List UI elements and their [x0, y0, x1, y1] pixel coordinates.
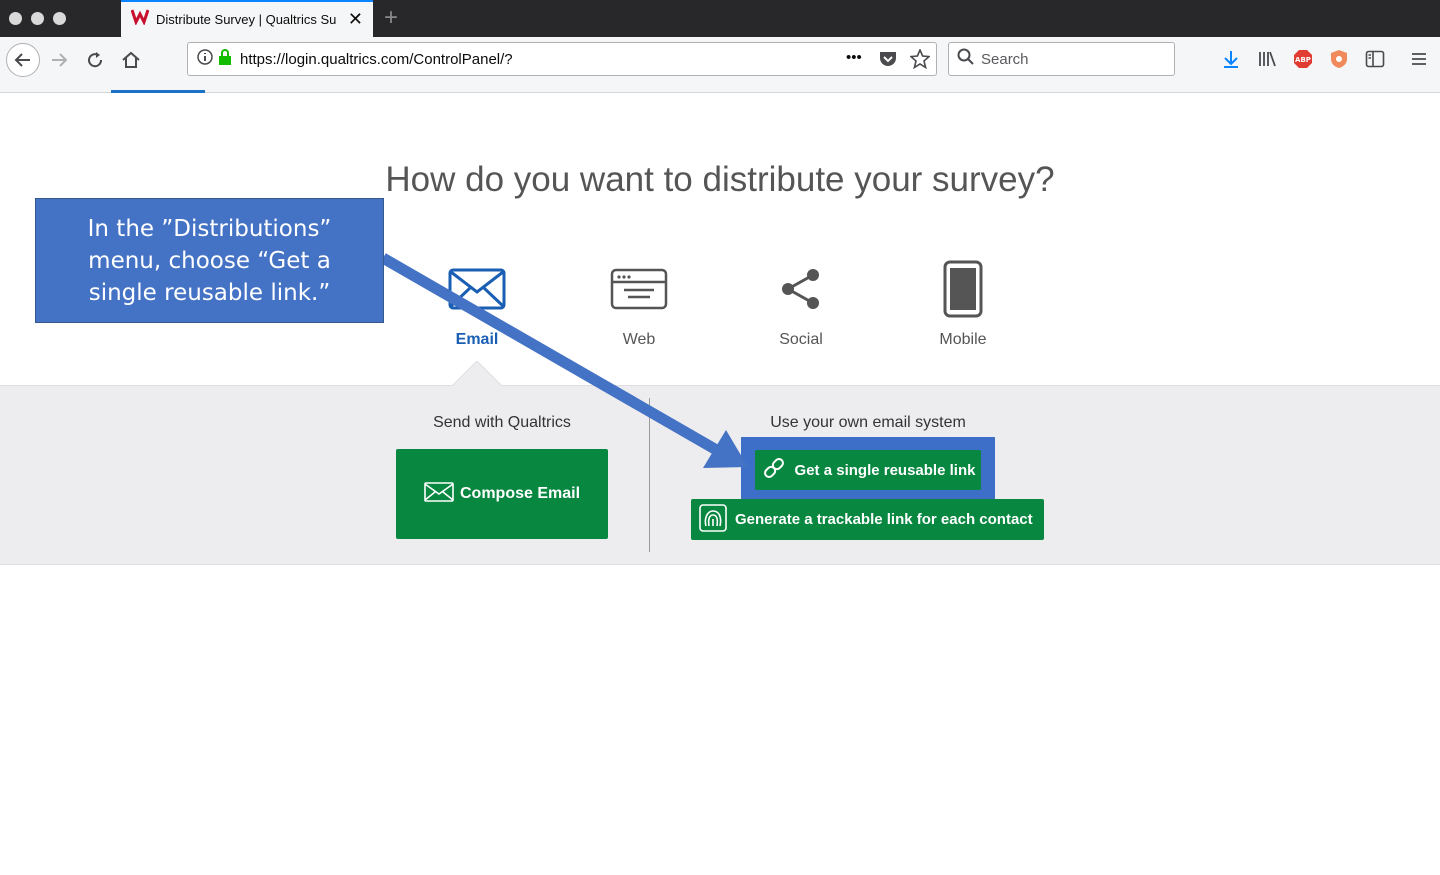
- reload-icon: [88, 52, 103, 68]
- method-web[interactable]: Web: [579, 255, 699, 349]
- trackable-link-label: Generate a trackable link for each conta…: [735, 511, 1033, 528]
- link-icon: [761, 455, 787, 485]
- generate-trackable-link-button[interactable]: Generate a trackable link for each conta…: [691, 499, 1044, 540]
- own-email-system-title: Use your own email system: [770, 414, 966, 431]
- forward-button[interactable]: [42, 43, 76, 77]
- annotation-text: In the ”Distributions” menu, choose “Get…: [87, 215, 332, 306]
- downloads-icon[interactable]: [1219, 47, 1243, 71]
- svg-text:ABP: ABP: [1295, 56, 1311, 64]
- close-window-button[interactable]: [9, 12, 22, 25]
- panel-divider: [649, 398, 650, 552]
- sidebar-toggle-icon[interactable]: [1363, 47, 1387, 71]
- active-page-tab-indicator: [111, 90, 205, 93]
- mobile-phone-icon: [903, 255, 1023, 323]
- home-icon: [122, 51, 140, 68]
- pocket-icon[interactable]: [878, 50, 898, 73]
- new-tab-button[interactable]: +: [384, 6, 398, 30]
- hamburger-menu-icon[interactable]: [1407, 47, 1431, 71]
- method-email[interactable]: Email: [417, 255, 537, 349]
- minimize-window-button[interactable]: [31, 12, 44, 25]
- back-button[interactable]: [6, 43, 40, 77]
- url-text: https://login.qualtrics.com/ControlPanel…: [240, 50, 513, 68]
- browser-tab-active[interactable]: Distribute Survey | Qualtrics Su ✕: [121, 0, 373, 37]
- method-label: Mobile: [939, 331, 987, 348]
- zoom-window-button[interactable]: [53, 12, 66, 25]
- search-icon: [957, 48, 975, 71]
- search-placeholder: Search: [981, 50, 1029, 68]
- fingerprint-icon: [699, 503, 727, 536]
- browser-titlebar: Distribute Survey | Qualtrics Su ✕ +: [0, 0, 1440, 37]
- adblock-plus-icon[interactable]: ABP: [1291, 47, 1315, 71]
- envelope-icon: [424, 481, 454, 507]
- site-info-icon[interactable]: [197, 48, 213, 70]
- browser-toolbar: https://login.qualtrics.com/ControlPanel…: [0, 37, 1440, 93]
- page-heading: How do you want to distribute your surve…: [385, 160, 1055, 199]
- envelope-icon: [417, 255, 537, 323]
- method-label: Web: [622, 331, 656, 348]
- method-mobile[interactable]: Mobile: [903, 255, 1023, 349]
- page-actions-menu-icon[interactable]: •••: [846, 49, 862, 66]
- secure-lock-icon: [218, 48, 232, 70]
- reusable-link-label: Get a single reusable link: [794, 461, 976, 479]
- compose-email-label: Compose Email: [459, 485, 581, 502]
- browser-window-icon: [579, 255, 699, 323]
- get-reusable-link-button[interactable]: Get a single reusable link: [755, 450, 981, 490]
- bookmark-star-icon[interactable]: [909, 47, 931, 74]
- method-label: Social: [779, 331, 823, 348]
- forward-arrow-icon: [52, 53, 68, 67]
- reload-button[interactable]: [78, 43, 112, 77]
- qualtrics-favicon-icon: [130, 9, 150, 30]
- back-arrow-icon: [14, 53, 30, 67]
- tab-close-icon[interactable]: ✕: [348, 10, 363, 28]
- search-bar[interactable]: Search: [948, 42, 1175, 76]
- tab-title: Distribute Survey | Qualtrics Su: [156, 12, 337, 27]
- home-button[interactable]: [114, 43, 148, 77]
- library-icon[interactable]: [1255, 47, 1279, 71]
- shield-extension-icon[interactable]: [1327, 47, 1351, 71]
- panel-pointer-outline: [452, 361, 502, 386]
- method-label: Email: [455, 331, 499, 348]
- url-bar[interactable]: https://login.qualtrics.com/ControlPanel…: [187, 42, 937, 76]
- send-with-qualtrics-title: Send with Qualtrics: [433, 414, 571, 431]
- method-social[interactable]: Social: [741, 255, 861, 349]
- share-icon: [741, 255, 861, 323]
- compose-email-button[interactable]: Compose Email: [396, 449, 608, 539]
- annotation-callout: In the ”Distributions” menu, choose “Get…: [35, 198, 384, 323]
